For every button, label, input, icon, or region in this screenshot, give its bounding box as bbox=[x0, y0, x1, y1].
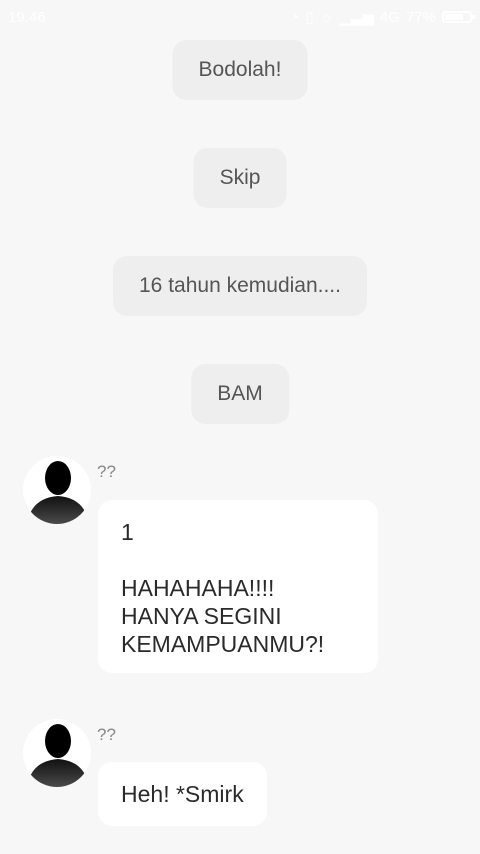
narration-text: Skip bbox=[219, 166, 261, 189]
narration-bubble: Skip bbox=[193, 148, 287, 208]
narration-bubble: Bodolah! bbox=[172, 40, 308, 100]
narration-text: Bodolah! bbox=[198, 58, 282, 81]
narration-bubble: BAM bbox=[191, 364, 289, 424]
sender-name: ?? bbox=[97, 462, 116, 481]
battery-percent: 77% bbox=[405, 8, 436, 26]
avatar[interactable] bbox=[23, 456, 91, 524]
message-line: HANYA SEGINI bbox=[121, 603, 282, 629]
message-line bbox=[121, 546, 355, 574]
message-bubble[interactable]: 1 HAHAHAHA!!!! HANYA SEGINI KEMAMPUANMU?… bbox=[98, 500, 378, 673]
network-type: 4G bbox=[379, 8, 400, 26]
alarm-icon: ◔ bbox=[290, 8, 300, 26]
signal-icon: ▁▃▅ bbox=[339, 9, 374, 26]
narration-bubble: 16 tahun kemudian.... bbox=[113, 256, 367, 316]
battery-level bbox=[445, 14, 463, 20]
wifi-icon: ☼ bbox=[319, 8, 334, 26]
avatar[interactable] bbox=[23, 719, 91, 787]
message-bubble[interactable]: Heh! *Smirk bbox=[98, 762, 267, 826]
message-line: KEMAMPUANMU?! bbox=[121, 631, 325, 657]
message-line: Heh! *Smirk bbox=[121, 781, 244, 807]
message-line: HAHAHAHA!!!! bbox=[121, 575, 275, 601]
person-silhouette-icon bbox=[27, 724, 89, 787]
status-icons: ◔ ▯ ☼ ▁▃▅ 4G 77% bbox=[290, 8, 475, 26]
status-bar: 19.46 ◔ ▯ ☼ ▁▃▅ 4G 77% bbox=[0, 0, 480, 36]
status-time: 19.46 bbox=[8, 9, 46, 26]
person-silhouette-icon bbox=[27, 461, 89, 524]
sender-name: ?? bbox=[97, 725, 116, 744]
narration-text: 16 tahun kemudian.... bbox=[139, 274, 341, 297]
vibrate-icon: ▯ bbox=[305, 9, 314, 26]
narration-text: BAM bbox=[217, 382, 263, 405]
battery-icon bbox=[442, 11, 475, 23]
message-line: 1 bbox=[121, 519, 134, 545]
